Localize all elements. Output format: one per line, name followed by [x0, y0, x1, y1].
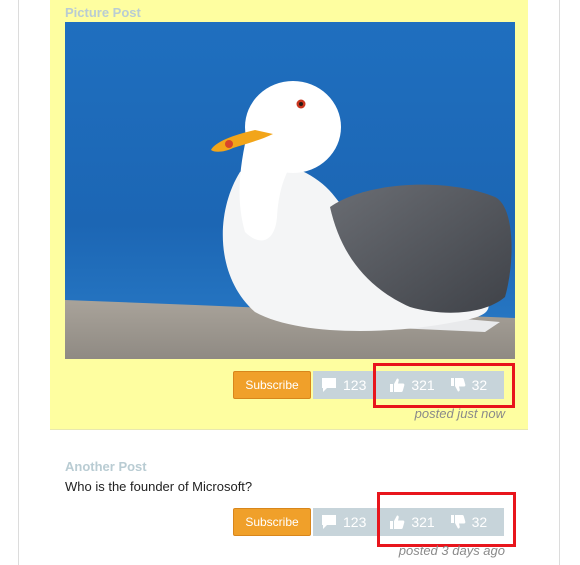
posted-time: posted 3 days ago: [398, 543, 505, 558]
comment-stat[interactable]: 123: [321, 377, 379, 393]
post-title: Another Post: [65, 459, 147, 474]
highlight-box: [373, 363, 515, 408]
comment-stat[interactable]: 123: [321, 514, 379, 530]
comment-count: 123: [343, 514, 367, 530]
subscribe-button[interactable]: Subscribe: [233, 508, 311, 536]
posted-time: posted just now: [414, 406, 505, 421]
post-text: Who is the founder of Microsoft?: [65, 479, 253, 494]
highlight-box: [377, 492, 516, 547]
post-image: [65, 22, 515, 359]
post-title: Picture Post: [65, 5, 141, 20]
comment-count: 123: [343, 377, 367, 393]
subscribe-button[interactable]: Subscribe: [233, 371, 311, 399]
comment-icon: [321, 514, 337, 530]
comment-icon: [321, 377, 337, 393]
